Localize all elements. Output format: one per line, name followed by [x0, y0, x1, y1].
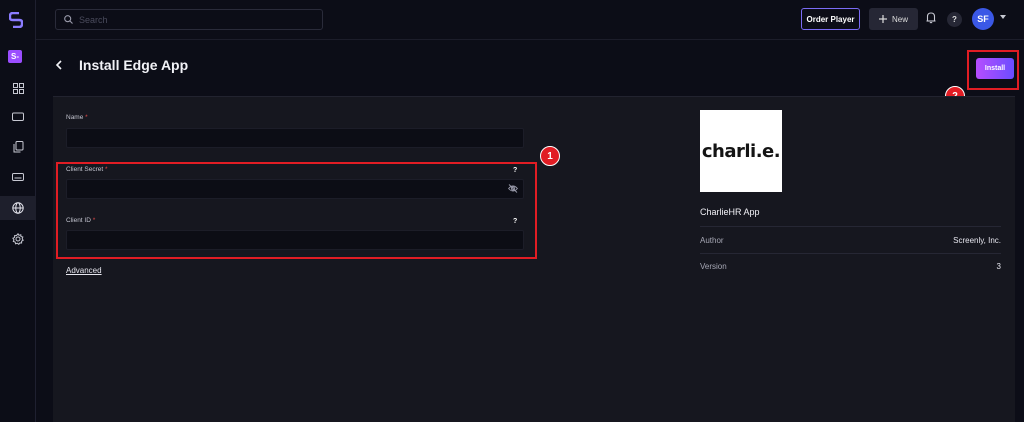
order-player-button[interactable]: Order Player — [801, 8, 860, 30]
name-label-text: Name — [66, 114, 84, 121]
app-logo: charli.e. — [700, 110, 782, 192]
search-icon — [64, 15, 73, 24]
workspace-badge[interactable]: S- — [8, 50, 22, 63]
name-input[interactable] — [67, 130, 523, 149]
new-button[interactable]: New — [869, 8, 918, 30]
screenly-logo-icon[interactable] — [9, 12, 23, 28]
chevron-down-icon[interactable] — [1000, 15, 1006, 19]
settings-icon — [12, 233, 24, 245]
author-label: Author — [700, 236, 724, 245]
search-input[interactable] — [79, 14, 309, 25]
advanced-link[interactable]: Advanced — [66, 266, 102, 275]
sidebar-item-settings[interactable] — [0, 227, 36, 251]
version-label: Version — [700, 262, 727, 271]
name-required-mark: * — [85, 114, 88, 121]
help-button[interactable]: ? — [947, 12, 962, 27]
screen-icon — [12, 112, 24, 121]
sidebar-item-assets[interactable] — [0, 135, 36, 159]
notification-icon[interactable] — [926, 12, 936, 24]
sidebar-item-dashboard[interactable] — [0, 76, 36, 100]
divider — [700, 226, 1001, 227]
install-highlight — [967, 50, 1019, 90]
sidebar-item-screens[interactable] — [0, 105, 36, 129]
callout-1: 1 — [540, 146, 560, 166]
fields-highlight — [56, 162, 537, 259]
version-value: 3 — [996, 262, 1001, 271]
sidebar-item-playlists[interactable] — [0, 165, 36, 189]
dashboard-grid-icon — [12, 82, 24, 94]
search-box[interactable] — [55, 9, 323, 30]
page-title: Install Edge App — [79, 57, 189, 73]
back-arrow-icon[interactable] — [55, 60, 63, 70]
name-field[interactable] — [66, 128, 524, 149]
device-icon — [12, 173, 24, 181]
files-icon — [13, 141, 23, 153]
sidebar-item-edge-apps[interactable] — [0, 196, 36, 220]
author-value: Screenly, Inc. — [953, 236, 1001, 245]
divider — [700, 253, 1001, 254]
app-logo-text: charli.e. — [701, 140, 781, 162]
new-button-label: New — [891, 14, 908, 24]
app-name: CharlieHR App — [700, 207, 760, 217]
globe-icon — [12, 202, 24, 214]
name-label: Name * — [66, 114, 88, 121]
avatar[interactable]: SF — [972, 8, 994, 30]
topbar: Order Player New ? SF — [36, 0, 1024, 40]
sidebar: S- — [0, 0, 36, 422]
plus-icon — [878, 15, 887, 23]
